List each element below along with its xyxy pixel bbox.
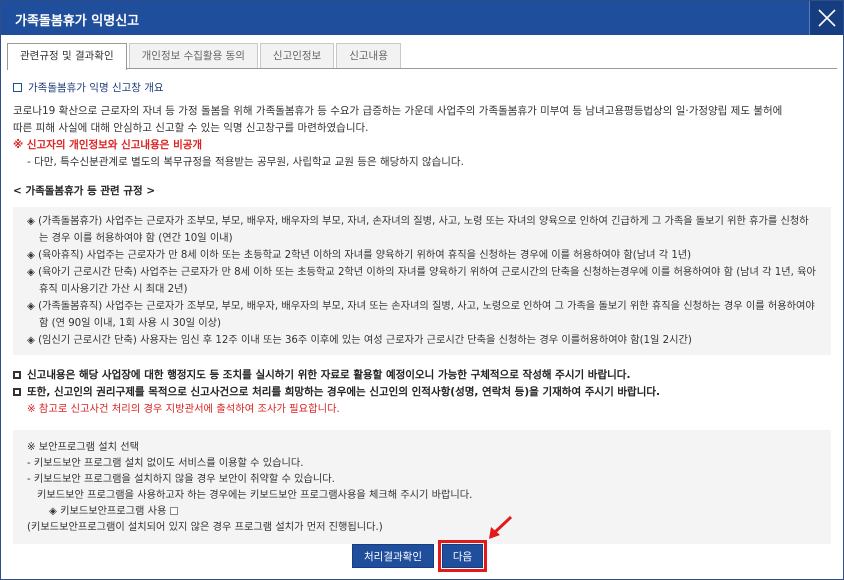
result-check-button[interactable]: 처리결과확인 — [352, 544, 434, 568]
security-line-3: 키보드보안 프로그램을 사용하고자 하는 경우에는 키보드보안 프로그램사용을 … — [37, 490, 473, 501]
rules-box: ◈ (가족돌봄휴가) 사업주는 근로자가 조부모, 부모, 배우자, 배우자의 … — [13, 207, 831, 355]
rule-parental-leave: ◈ (육아휴직) 사업주는 근로자가 만 8세 이하 또는 초등학교 2학년 이… — [27, 250, 692, 261]
overview-heading-text: 가족돌봄휴가 익명 신고창 개요 — [28, 81, 164, 94]
security-line-1: - 키보드보안 프로그램 설치 없이도 서비스를 이용할 수 있습니다. — [27, 458, 304, 469]
notice-line-2: 또한, 신고인의 권리구제를 목적으로 신고사건으로 처리를 희망하는 경우에는… — [13, 384, 831, 401]
private-notice: ※ 신고자의 개인정보와 신고내용은 비공개 — [13, 137, 831, 154]
notice-line-2-text: 또한, 신고인의 권리구제를 목적으로 신고사건으로 처리를 희망하는 경우에는… — [27, 386, 661, 398]
red-arrow-icon — [489, 515, 513, 539]
square-bullet-icon — [13, 82, 22, 92]
box-bullet-icon — [13, 388, 21, 396]
rule-family-care-absence: ◈ (가족돌봄휴직) 사업주는 근로자가 조부모, 부모, 배우자, 배우자의 … — [27, 301, 815, 329]
overview-paragraph-line-1: 코로나19 확산으로 근로자의 자녀 등 가정 돌봄을 위해 가족돌봄휴가 등 … — [13, 105, 783, 117]
report-notices: 신고내용은 해당 사업장에 대한 행정지도 등 조치를 실시하기 위한 자료로 … — [13, 367, 831, 418]
rule-childcare-reduced-hours: ◈ (육아기 근로시간 단축) 사업주는 근로자가 만 8세 이하 또는 초등학… — [27, 267, 816, 295]
rule-pregnancy-reduced-hours: ◈ (임신기 근로시간 단축) 사용자는 임신 후 12주 이내 또는 36주 … — [27, 335, 692, 346]
next-button[interactable]: 다음 — [442, 544, 483, 568]
tab-bar: 관련규정 및 결과확인 개인정보 수집활용 동의 신고인정보 신고내용 — [7, 43, 403, 70]
close-icon — [818, 9, 836, 27]
box-bullet-icon — [13, 371, 21, 379]
action-buttons: 처리결과확인 다음 — [1, 540, 844, 572]
close-button[interactable] — [809, 1, 843, 35]
overview-paragraph-line-2: 따른 피해 사실에 대해 안심하고 신고할 수 있는 익명 신고창구를 마련하였… — [13, 122, 369, 134]
overview-paragraph: 코로나19 확산으로 근로자의 자녀 등 가정 돌봄을 위해 가족돌봄휴가 등 … — [13, 103, 831, 137]
tab-report-content[interactable]: 신고내용 — [336, 43, 401, 69]
attendance-note: ※ 참고로 신고사건 처리의 경우 지방관서에 출석하여 조사가 필요합니다. — [27, 403, 340, 415]
tab-privacy-consent[interactable]: 개인정보 수집활용 동의 — [128, 43, 258, 69]
tab-divider — [7, 68, 837, 69]
keyboard-security-checkbox[interactable] — [170, 507, 179, 515]
exception-note: - 다만, 특수신분관계로 별도의 복무규정을 적용받는 공무원, 사립학교 교… — [27, 156, 464, 168]
rules-title: < 가족돌봄휴가 등 관련 규정 > — [13, 185, 156, 197]
security-line-4: (키보드보안프로그램이 설치되어 있지 않은 경우 프로그램 설치가 먼저 진행… — [27, 522, 383, 533]
keyboard-security-option: ◈ 키보드보안프로그램 사용 — [27, 504, 817, 520]
notice-line-1-text: 신고내용은 해당 사업장에 대한 행정지도 등 조치를 실시하기 위한 자료로 … — [27, 369, 631, 381]
window-title: 가족돌봄휴가 익명신고 — [15, 14, 140, 29]
tab-rules-results[interactable]: 관련규정 및 결과확인 — [7, 43, 127, 70]
security-line-2: - 키보드보안 프로그램을 설치하지 않을 경우 보안이 취약할 수 있습니다. — [27, 474, 335, 485]
keyboard-security-label: ◈ 키보드보안프로그램 사용 — [49, 506, 167, 517]
overview-heading: 가족돌봄휴가 익명 신고창 개요 — [13, 79, 831, 95]
tab-reporter-info[interactable]: 신고인정보 — [259, 43, 335, 69]
title-bar: 가족돌봄휴가 익명신고 — [1, 1, 843, 35]
notice-line-1: 신고내용은 해당 사업장에 대한 행정지도 등 조치를 실시하기 위한 자료로 … — [13, 367, 831, 384]
rule-family-care-leave: ◈ (가족돌봄휴가) 사업주는 근로자가 조부모, 부모, 배우자, 배우자의 … — [27, 216, 809, 244]
security-heading: ※ 보안프로그램 설치 선택 — [27, 442, 139, 453]
private-notice-text: ※ 신고자의 개인정보와 신고내용은 비공개 — [13, 139, 203, 151]
dialog-window: 가족돌봄휴가 익명신고 관련규정 및 결과확인 개인정보 수집활용 동의 신고인… — [0, 0, 844, 580]
security-program-box: ※ 보안프로그램 설치 선택 - 키보드보안 프로그램 설치 없이도 서비스를 … — [13, 430, 831, 544]
main-content: 가족돌봄휴가 익명 신고창 개요 코로나19 확산으로 근로자의 자녀 등 가정… — [13, 79, 831, 544]
